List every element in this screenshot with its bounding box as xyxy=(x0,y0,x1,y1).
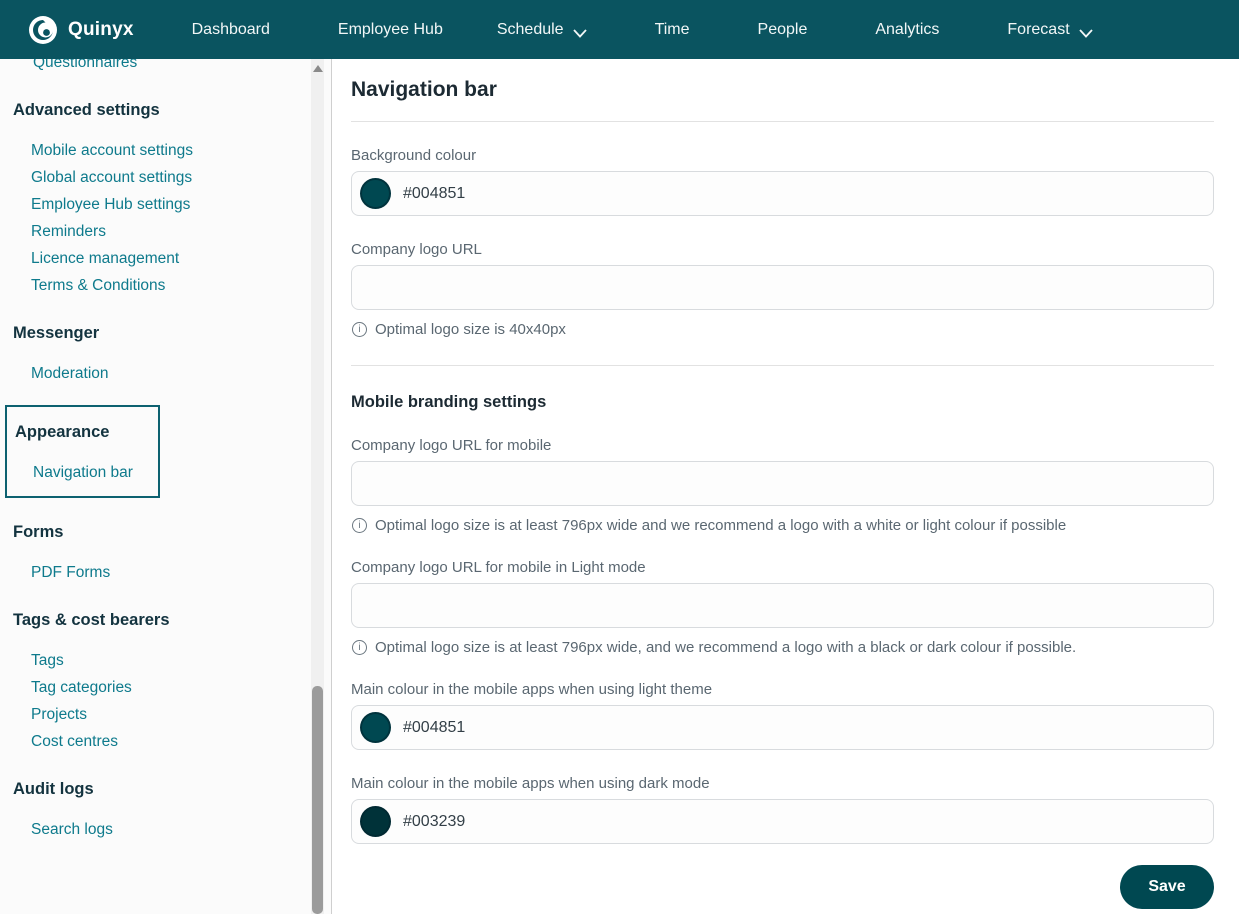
sidebar-item-navigation-bar[interactable]: Navigation bar xyxy=(7,459,158,486)
light-theme-colour-label: Main colour in the mobile apps when usin… xyxy=(351,681,1214,698)
nav-people[interactable]: People xyxy=(758,13,808,47)
light-theme-colour-input[interactable] xyxy=(351,705,1214,750)
nav-forecast-label: Forecast xyxy=(1007,21,1069,39)
nav-time[interactable]: Time xyxy=(655,13,690,47)
nav-dashboard[interactable]: Dashboard xyxy=(192,13,270,47)
sidebar-item-tag-categories[interactable]: Tag categories xyxy=(0,674,310,701)
company-logo-url-label: Company logo URL xyxy=(351,241,1214,258)
sidebar-item-cost-centres[interactable]: Cost centres xyxy=(0,728,310,755)
sidebar-active-section-box: Appearance Navigation bar xyxy=(5,405,160,498)
company-logo-size-hint: i Optimal logo size is 40x40px xyxy=(352,321,1214,338)
info-icon: i xyxy=(352,518,367,533)
mobile-branding-heading: Mobile branding settings xyxy=(351,393,1214,412)
primary-nav: Dashboard Employee Hub Schedule Time Peo… xyxy=(192,13,1161,47)
sidebar-heading-appearance: Appearance xyxy=(7,423,158,442)
nav-people-label: People xyxy=(758,21,808,39)
chevron-down-icon xyxy=(573,25,587,34)
mobile-logo-light-size-hint: i Optimal logo size is at least 796px wi… xyxy=(352,639,1214,656)
page-title: Navigation bar xyxy=(351,78,1214,102)
mobile-logo-url-label: Company logo URL for mobile xyxy=(351,437,1214,454)
nav-schedule[interactable]: Schedule xyxy=(497,13,587,47)
section-divider xyxy=(351,365,1214,366)
sidebar-heading-advanced-settings: Advanced settings xyxy=(0,101,310,120)
scrollbar-thumb[interactable] xyxy=(312,686,323,914)
mobile-logo-url-input[interactable] xyxy=(351,461,1214,506)
title-divider xyxy=(351,121,1214,122)
mobile-logo-light-size-hint-text: Optimal logo size is at least 796px wide… xyxy=(375,639,1076,656)
nav-employee-hub-label: Employee Hub xyxy=(338,21,443,39)
scrollbar-up-arrow-icon[interactable] xyxy=(313,65,323,72)
mobile-logo-size-hint-text: Optimal logo size is at least 796px wide… xyxy=(375,517,1066,534)
top-navigation-bar: Quinyx Dashboard Employee Hub Schedule T… xyxy=(0,0,1239,59)
quinyx-logo-icon xyxy=(28,15,58,45)
sidebar-item-terms-conditions[interactable]: Terms & Conditions xyxy=(0,272,310,299)
nav-analytics[interactable]: Analytics xyxy=(875,13,939,47)
sidebar-heading-messenger: Messenger xyxy=(0,324,310,343)
dark-mode-colour-label: Main colour in the mobile apps when usin… xyxy=(351,775,1214,792)
light-theme-colour-value[interactable] xyxy=(403,719,1205,737)
brand-name: Quinyx xyxy=(68,19,134,41)
quinyx-logo[interactable]: Quinyx xyxy=(28,15,134,45)
nav-schedule-label: Schedule xyxy=(497,21,564,39)
settings-sidebar: Questionnaires Advanced settings Mobile … xyxy=(0,59,332,914)
sidebar-item-global-account-settings[interactable]: Global account settings xyxy=(0,164,310,191)
nav-time-label: Time xyxy=(655,21,690,39)
mobile-logo-light-url-input[interactable] xyxy=(351,583,1214,628)
background-colour-input[interactable] xyxy=(351,171,1214,216)
dark-mode-colour-swatch[interactable] xyxy=(360,806,391,837)
mobile-logo-light-url-label: Company logo URL for mobile in Light mod… xyxy=(351,559,1214,576)
sidebar-heading-forms: Forms xyxy=(0,523,310,542)
background-colour-value[interactable] xyxy=(403,185,1205,203)
sidebar-item-moderation[interactable]: Moderation xyxy=(0,360,310,387)
mobile-logo-size-hint: i Optimal logo size is at least 796px wi… xyxy=(352,517,1214,534)
sidebar-item-mobile-account-settings[interactable]: Mobile account settings xyxy=(0,137,310,164)
save-row: Save xyxy=(351,865,1214,909)
company-logo-size-hint-text: Optimal logo size is 40x40px xyxy=(375,321,566,338)
company-logo-url-input[interactable] xyxy=(351,265,1214,310)
background-colour-label: Background colour xyxy=(351,147,1214,164)
chevron-down-icon xyxy=(1079,25,1093,34)
sidebar-item-projects[interactable]: Projects xyxy=(0,701,310,728)
background-colour-swatch[interactable] xyxy=(360,178,391,209)
sidebar-item-reminders[interactable]: Reminders xyxy=(0,218,310,245)
settings-panel: Navigation bar Background colour Company… xyxy=(332,59,1239,914)
nav-dashboard-label: Dashboard xyxy=(192,21,270,39)
sidebar-item-licence-management[interactable]: Licence management xyxy=(0,245,310,272)
sidebar-item-pdf-forms[interactable]: PDF Forms xyxy=(0,559,310,586)
sidebar-scrollbar[interactable] xyxy=(311,59,324,914)
sidebar-item-employee-hub-settings[interactable]: Employee Hub settings xyxy=(0,191,310,218)
info-icon: i xyxy=(352,640,367,655)
nav-employee-hub[interactable]: Employee Hub xyxy=(338,13,443,47)
nav-forecast[interactable]: Forecast xyxy=(1007,13,1092,47)
save-button[interactable]: Save xyxy=(1120,865,1214,909)
sidebar-item-search-logs[interactable]: Search logs xyxy=(0,816,310,843)
light-theme-colour-swatch[interactable] xyxy=(360,712,391,743)
sidebar-heading-tags-cost-bearers: Tags & cost bearers xyxy=(0,611,310,630)
sidebar-item-tags[interactable]: Tags xyxy=(0,647,310,674)
info-icon: i xyxy=(352,322,367,337)
sidebar-heading-audit-logs: Audit logs xyxy=(0,780,310,799)
nav-analytics-label: Analytics xyxy=(875,21,939,39)
dark-mode-colour-value[interactable] xyxy=(403,813,1205,831)
dark-mode-colour-input[interactable] xyxy=(351,799,1214,844)
sidebar-item-questionnaires[interactable]: Questionnaires xyxy=(0,59,310,76)
